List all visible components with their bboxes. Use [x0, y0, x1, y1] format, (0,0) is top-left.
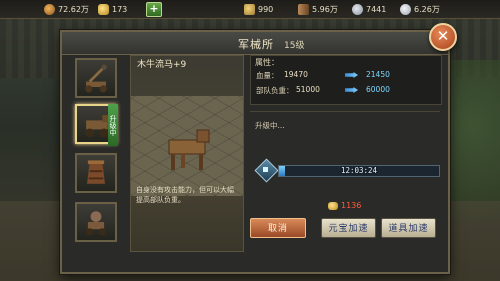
stat-hp-current: 19470 — [284, 70, 308, 79]
unit-slot-siege-tower[interactable] — [75, 153, 117, 193]
attributes-title: 属性： — [255, 58, 279, 67]
speedup-cost-value: 1136 — [341, 201, 362, 210]
copper-icon — [44, 3, 55, 15]
upgrade-progress-bar: 12:03:24 — [278, 165, 440, 177]
iron-icon — [352, 3, 363, 15]
panel-title: 军械所 — [238, 38, 274, 51]
unit-description: 自身没有攻击能力，但可以大幅提高部队负重。 — [136, 186, 234, 204]
resource-copper: 72.62万 — [44, 3, 89, 15]
grain-icon — [244, 3, 255, 15]
speedup-cost: 1136 — [328, 201, 361, 210]
stat-hp-label: 血量： — [256, 71, 279, 80]
unit-slot-ballista[interactable] — [75, 202, 117, 242]
ingot-icon — [328, 201, 338, 210]
iron-value: 7441 — [366, 4, 387, 14]
panel-header: 军械所 15级 — [62, 32, 448, 55]
item-speedup-button[interactable]: 道具加速 — [381, 218, 436, 238]
wooden-ox-model — [168, 129, 210, 170]
upgrade-status-text: 升级中... — [255, 121, 285, 130]
stat-load-current: 51000 — [296, 85, 320, 94]
stat-load-next: 60000 — [366, 85, 390, 94]
ingot-value: 173 — [112, 4, 128, 14]
divider — [250, 111, 440, 112]
resource-bar: 72.62万 173 + 990 5.96万 7441 6.26万 — [0, 0, 500, 19]
grain-value: 990 — [258, 4, 274, 14]
upgrade-timer: 12:03:24 — [340, 166, 378, 175]
unit-slot-catapult[interactable] — [75, 58, 117, 98]
wood-value: 5.96万 — [312, 4, 338, 14]
resource-wood: 5.96万 — [298, 3, 338, 15]
resource-grain: 990 — [244, 3, 273, 15]
copper-value: 72.62万 — [58, 4, 89, 14]
resource-silver: 6.26万 — [400, 3, 440, 15]
close-button[interactable]: ✕ — [429, 23, 457, 51]
siege-tower-icon — [87, 160, 105, 184]
stat-hp-next: 21450 — [366, 70, 390, 79]
wood-icon — [298, 3, 309, 15]
close-icon: ✕ — [436, 27, 450, 45]
ingot-icon — [98, 3, 109, 15]
catapult-icon — [85, 64, 107, 93]
silver-icon — [400, 3, 411, 15]
building-level: 15级 — [284, 41, 305, 51]
cancel-button[interactable]: 取消 — [250, 218, 306, 238]
resource-ingot: 173 — [98, 3, 127, 15]
add-ingot-button[interactable]: + — [146, 2, 162, 17]
ingot-speedup-button[interactable]: 元宝加速 — [321, 218, 376, 238]
unit-name: 木牛流马+9 — [137, 60, 187, 70]
silver-value: 6.26万 — [414, 4, 440, 14]
upgrading-status-tag: 升级中 — [108, 104, 118, 146]
stat-load-label: 部队负重： — [256, 86, 294, 95]
ballista-icon — [86, 211, 106, 236]
unit-preview — [130, 55, 244, 252]
timer-icon-core — [263, 167, 268, 172]
resource-iron: 7441 — [352, 3, 386, 15]
